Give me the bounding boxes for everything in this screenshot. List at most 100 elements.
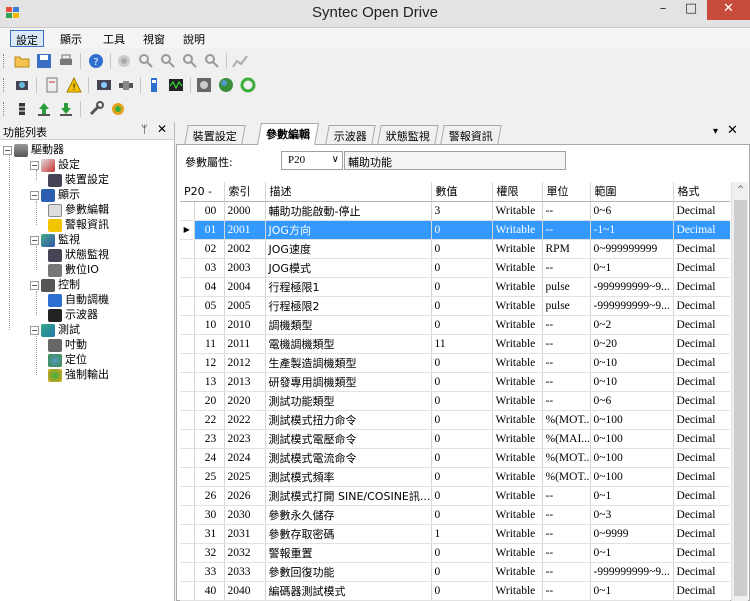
- help-icon[interactable]: ?: [88, 53, 104, 69]
- scroll-up-icon[interactable]: ^: [732, 182, 749, 199]
- table-row[interactable]: 12 2012 生產製造調機類型 0 Writable -- 0~10 Decimal: [180, 353, 730, 373]
- menu-display[interactable]: 顯示: [55, 30, 87, 47]
- cell-value[interactable]: 3: [431, 201, 493, 221]
- collapse-toggle[interactable]: −: [3, 145, 12, 155]
- open-folder-icon[interactable]: [14, 53, 30, 69]
- row-selector[interactable]: [180, 448, 195, 468]
- tree-node-force-output[interactable]: 強制輸出: [48, 366, 109, 382]
- table-row[interactable]: 11 2011 電機調機類型 11 Writable -- 0~20 Decimal: [180, 334, 730, 354]
- column-header[interactable]: 範圍: [590, 182, 674, 202]
- table-row[interactable]: 10 2010 調機類型 0 Writable -- 0~2 Decimal: [180, 315, 730, 335]
- row-selector[interactable]: [180, 372, 195, 392]
- table-row[interactable]: 20 2020 測試功能類型 0 Writable -- 0~6 Decimal: [180, 391, 730, 411]
- cell-value[interactable]: 0: [431, 410, 493, 430]
- menu-help[interactable]: 說明: [178, 30, 210, 47]
- row-selector[interactable]: [180, 581, 195, 601]
- panel-close-icon[interactable]: ✕: [157, 122, 167, 136]
- row-selector[interactable]: [180, 505, 195, 525]
- gear-drive-icon[interactable]: [196, 77, 212, 93]
- plugin-icon[interactable]: [110, 101, 126, 117]
- tab-menu-icon[interactable]: ▾: [713, 126, 718, 137]
- row-selector[interactable]: [180, 277, 195, 297]
- column-header[interactable]: 單位: [542, 182, 591, 202]
- column-header[interactable]: 描述: [265, 182, 432, 202]
- cell-value[interactable]: 11: [431, 334, 493, 354]
- menu-settings[interactable]: 設定: [10, 30, 44, 47]
- table-row[interactable]: ▶ 01 2001 JOG方向 0 Writable -- -1~1 Decimal: [180, 220, 730, 240]
- search-all-icon[interactable]: [182, 53, 198, 69]
- cell-value[interactable]: 0: [431, 372, 493, 392]
- cell-value[interactable]: 0: [431, 467, 493, 487]
- minimize-button[interactable]: –: [650, 0, 676, 20]
- download-icon[interactable]: [58, 101, 74, 117]
- cell-value[interactable]: 0: [431, 486, 493, 506]
- tree-node-auto-tune[interactable]: 自動調機: [48, 291, 109, 307]
- chart-icon[interactable]: [232, 53, 248, 69]
- table-row[interactable]: 31 2031 參數存取密碼 1 Writable -- 0~9999 Decimal: [180, 524, 730, 544]
- row-selector[interactable]: [180, 391, 195, 411]
- table-row[interactable]: 40 2040 編碼器測試模式 0 Writable -- 0~1 Decimal: [180, 581, 730, 601]
- cell-value[interactable]: 0: [431, 353, 493, 373]
- cell-value[interactable]: 0: [431, 296, 493, 316]
- cell-value[interactable]: 0: [431, 505, 493, 525]
- collapse-toggle[interactable]: −: [30, 280, 39, 290]
- table-row[interactable]: 30 2030 參數永久儲存 0 Writable -- 0~3 Decimal: [180, 505, 730, 525]
- monitor-icon[interactable]: [96, 77, 112, 93]
- table-row[interactable]: 23 2023 測試模式電壓命令 0 Writable %(MAI... 0~100 Deci…: [180, 429, 730, 449]
- row-selector[interactable]: [180, 467, 195, 487]
- row-selector[interactable]: [180, 429, 195, 449]
- table-row[interactable]: 03 2003 JOG模式 0 Writable -- 0~1 Decimal: [180, 258, 730, 278]
- refresh-drive-icon[interactable]: [14, 77, 30, 93]
- row-selector[interactable]: [180, 410, 195, 430]
- column-header[interactable]: P20 -: [180, 182, 225, 202]
- toolbar-grip[interactable]: [3, 102, 6, 116]
- tree-node-param-edit[interactable]: 參數編輯: [48, 201, 109, 217]
- tree-node-status-monitor[interactable]: 狀態監視: [48, 246, 109, 262]
- row-selector[interactable]: [180, 334, 195, 354]
- vertical-scrollbar[interactable]: ^: [731, 182, 748, 601]
- row-selector[interactable]: [180, 315, 195, 335]
- row-selector[interactable]: ▶: [180, 220, 195, 240]
- row-selector[interactable]: [180, 562, 195, 582]
- table-row[interactable]: 04 2004 行程極限1 0 Writable pulse -999999999~9...…: [180, 277, 730, 297]
- table-row[interactable]: 02 2002 JOG速度 0 Writable RPM 0~999999999 Decima…: [180, 239, 730, 259]
- row-selector[interactable]: [180, 486, 195, 506]
- search-next-icon[interactable]: [160, 53, 176, 69]
- scroll-thumb[interactable]: [734, 200, 747, 596]
- cell-value[interactable]: 0: [431, 277, 493, 297]
- tab-close-icon[interactable]: ✕: [727, 123, 738, 138]
- cell-value[interactable]: 0: [431, 258, 493, 278]
- wrench-icon[interactable]: [88, 101, 104, 117]
- table-row[interactable]: 25 2025 測試模式頻率 0 Writable %(MOT... 0~100 Decima…: [180, 467, 730, 487]
- cell-value[interactable]: 0: [431, 391, 493, 411]
- toolbar-grip[interactable]: [3, 78, 6, 92]
- table-row[interactable]: 24 2024 測試模式電流命令 0 Writable %(MOT... 0~100 Deci…: [180, 448, 730, 468]
- tree-node-device-settings[interactable]: 裝置設定: [48, 171, 109, 187]
- cell-value[interactable]: 0: [431, 315, 493, 335]
- cell-value[interactable]: 0: [431, 239, 493, 259]
- table-row[interactable]: 32 2032 警報重置 0 Writable -- 0~1 Decimal: [180, 543, 730, 563]
- tab-oscilloscope[interactable]: 示波器: [325, 125, 376, 144]
- connect-icon[interactable]: [116, 53, 132, 69]
- cell-value[interactable]: 0: [431, 220, 493, 240]
- cell-value[interactable]: 0: [431, 581, 493, 601]
- column-header[interactable]: 權限: [492, 182, 543, 202]
- column-header[interactable]: 數值: [431, 182, 493, 202]
- maximize-button[interactable]: □: [678, 0, 704, 20]
- cell-value[interactable]: 0: [431, 429, 493, 449]
- table-row[interactable]: 05 2005 行程極限2 0 Writable pulse -999999999~9...…: [180, 296, 730, 316]
- collapse-toggle[interactable]: −: [30, 235, 39, 245]
- globe-icon[interactable]: [218, 77, 234, 93]
- menu-tools[interactable]: 工具: [98, 30, 130, 47]
- print-icon[interactable]: [58, 53, 74, 69]
- tune-icon[interactable]: [146, 77, 162, 93]
- table-row[interactable]: 26 2026 測試模式打開 SINE/COSINE訊... 0 Writable -- 0…: [180, 486, 730, 506]
- row-selector[interactable]: [180, 353, 195, 373]
- column-header[interactable]: 索引: [224, 182, 266, 202]
- tree-node-alarm-info[interactable]: 警報資訊: [48, 216, 109, 232]
- list-icon[interactable]: [14, 101, 30, 117]
- tree-node-jog[interactable]: 吋動: [48, 336, 87, 352]
- tree-node-position[interactable]: 定位: [48, 351, 87, 367]
- tree-node-monitor[interactable]: − 監視: [30, 231, 80, 247]
- collapse-toggle[interactable]: −: [30, 325, 39, 335]
